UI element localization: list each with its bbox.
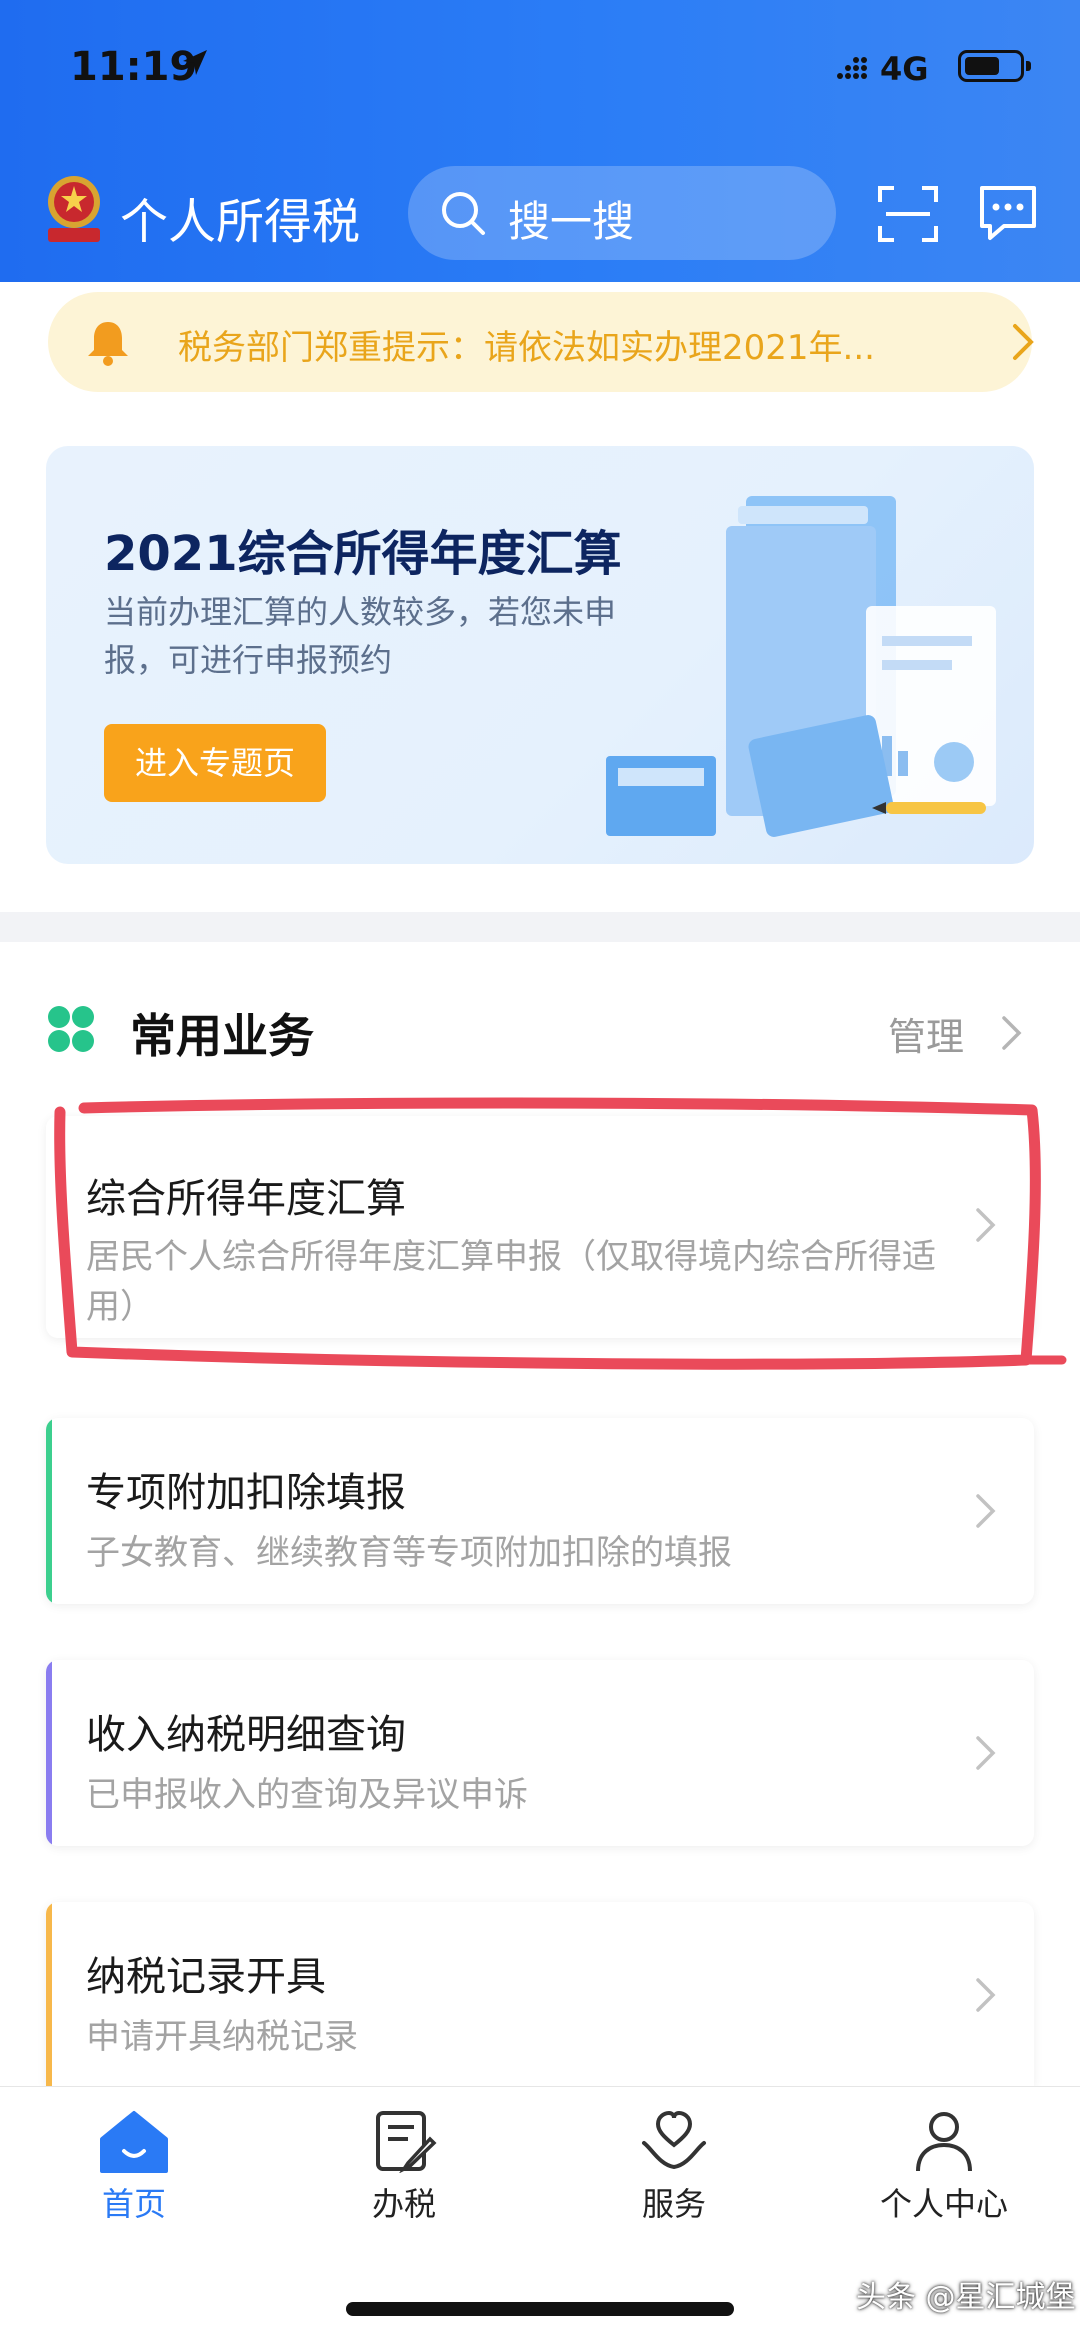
chevron-right-icon <box>1002 1016 1022 1050</box>
card-subtitle: 申请开具纳税记录 <box>86 2017 358 2057</box>
chevron-right-icon <box>1013 324 1034 360</box>
service-card-tax-record[interactable]: 纳税记录开具 申请开具纳税记录 <box>46 1902 1034 2086</box>
search-placeholder: 搜一搜 <box>508 197 635 246</box>
card-subtitle: 已申报收入的查询及异议申诉 <box>86 1775 528 1815</box>
app-header: 11:19 4G 个人所得税 搜一搜 <box>0 0 1080 282</box>
tab-personal-center[interactable]: 个人中心 <box>844 2109 1044 2225</box>
card-accent-bar <box>46 1902 52 2086</box>
tab-label: 首页 <box>101 2185 166 2223</box>
location-arrow-icon <box>183 50 207 75</box>
enter-topic-button[interactable]: 进入专题页 <box>104 724 326 802</box>
section-title: 常用业务 <box>130 1009 314 1063</box>
notice-banner[interactable]: 税务部门郑重提示：请依法如实办理2021年... <box>48 292 1034 392</box>
search-icon <box>442 192 485 235</box>
apps-grid-icon <box>48 1006 94 1052</box>
person-icon <box>916 2112 972 2172</box>
signal-icon <box>837 57 867 79</box>
battery-icon <box>958 50 1031 82</box>
section-divider <box>0 912 1080 942</box>
card-subtitle: 居民个人综合所得年度汇算申报（仅取得境内综合所得适用） <box>86 1237 936 1327</box>
chevron-right-icon <box>976 1494 996 1528</box>
network-type: 4G <box>880 50 929 88</box>
manage-link[interactable]: 管理 <box>888 1006 964 1061</box>
bell-icon <box>88 322 128 366</box>
service-heart-icon <box>642 2110 706 2170</box>
service-card-annual-settlement[interactable]: 综合所得年度汇算 居民个人综合所得年度汇算申报（仅取得境内综合所得适用） <box>46 1116 1034 1338</box>
card-title: 收入纳税明细查询 <box>86 1712 406 1758</box>
card-title: 纳税记录开具 <box>86 1954 326 2000</box>
banner-illustration <box>606 496 996 837</box>
card-accent-bar <box>46 1418 52 1604</box>
tab-home[interactable]: 首页 <box>34 2109 234 2225</box>
card-title: 综合所得年度汇算 <box>86 1176 406 1222</box>
card-title: 专项附加扣除填报 <box>86 1470 406 1516</box>
message-icon[interactable] <box>976 182 1040 244</box>
scan-icon[interactable] <box>876 184 940 244</box>
watermark: 头条 @星汇城堡 <box>856 2280 1076 2315</box>
service-card-income-query[interactable]: 收入纳税明细查询 已申报收入的查询及异议申诉 <box>46 1660 1034 1846</box>
service-card-special-deduction[interactable]: 专项附加扣除填报 子女教育、继续教育等专项附加扣除的填报 <box>46 1418 1034 1604</box>
status-time: 11:19 <box>70 44 198 90</box>
home-icon <box>100 2111 168 2173</box>
tab-label: 个人中心 <box>879 2185 1008 2223</box>
card-accent-bar <box>46 1116 52 1338</box>
banner-title: 2021综合所得年度汇算 <box>104 526 622 582</box>
card-subtitle: 子女教育、继续教育等专项附加扣除的填报 <box>86 1533 732 1573</box>
search-input[interactable]: 搜一搜 <box>408 166 836 260</box>
home-indicator[interactable] <box>346 2302 734 2316</box>
tab-label: 办税 <box>371 2185 436 2223</box>
tax-emblem-logo <box>48 176 100 242</box>
app-title: 个人所得税 <box>120 194 361 250</box>
tab-service[interactable]: 服务 <box>574 2109 774 2225</box>
chevron-right-icon <box>976 1208 996 1242</box>
tab-label: 服务 <box>641 2185 706 2223</box>
chevron-right-icon <box>976 1978 996 2012</box>
tab-tax[interactable]: 办税 <box>304 2109 504 2225</box>
card-accent-bar <box>46 1660 52 1846</box>
chevron-right-icon <box>976 1736 996 1770</box>
annual-settlement-banner[interactable]: 2021综合所得年度汇算 当前办理汇算的人数较多，若您未申报，可进行申报预约 进… <box>46 446 1034 864</box>
notice-text: 税务部门郑重提示：请依法如实办理2021年... <box>178 328 875 368</box>
tax-doc-icon <box>376 2111 437 2173</box>
